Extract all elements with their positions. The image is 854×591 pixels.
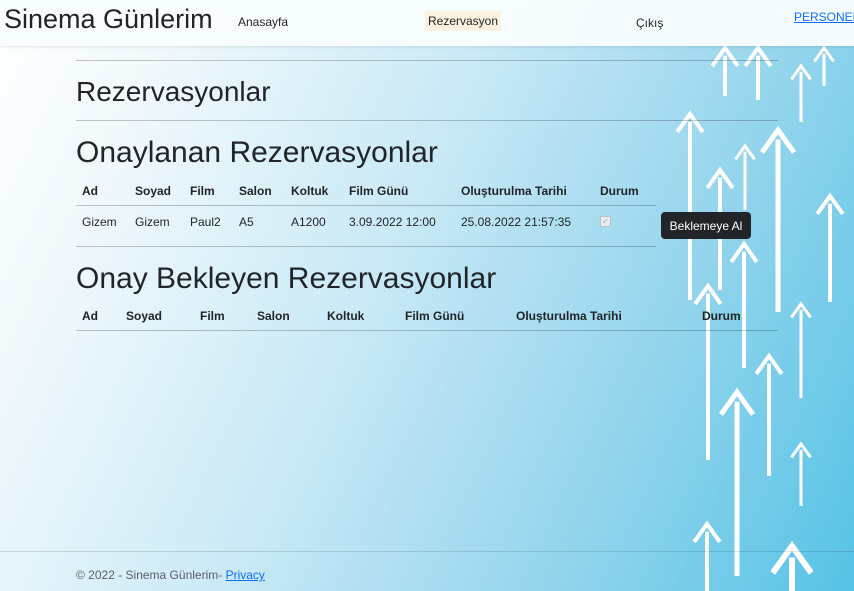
column-header: Ad (82, 184, 98, 198)
column-header: Soyad (126, 309, 163, 323)
column-header: Salon (239, 184, 272, 198)
page-title: Rezervasyonlar (76, 76, 271, 107)
cell-ad: Gizem (82, 215, 117, 229)
nav-logout-link[interactable]: Çıkış (636, 16, 663, 30)
nav-reservations-link[interactable]: Rezervasyon (425, 11, 502, 31)
divider (76, 120, 778, 121)
cell-film: Paul2 (190, 215, 221, 229)
column-header: Oluşturulma Tarihi (516, 309, 622, 323)
cell-soyad: Gizem (135, 215, 170, 229)
cell-salon: A5 (239, 215, 254, 229)
column-header: Durum (600, 184, 639, 198)
status-checkbox[interactable]: ✓ (600, 216, 611, 227)
cell-koltuk: A1200 (291, 215, 326, 229)
table-divider (76, 246, 656, 247)
column-header: Koltuk (291, 184, 329, 198)
column-header: Film (190, 184, 215, 198)
brand-link[interactable]: Sinema Günlerim (4, 4, 213, 35)
pending-section-title: Onay Bekleyen Rezervasyonlar (76, 262, 497, 295)
column-header: Durum (702, 309, 741, 323)
table-divider (76, 205, 656, 206)
main-content: Rezervasyonlar Onaylanan Rezervasyonlar … (0, 0, 854, 591)
column-header: Salon (257, 309, 290, 323)
column-header: Film Günü (349, 184, 409, 198)
column-header: Ad (82, 309, 98, 323)
put-on-hold-button[interactable]: Beklemeye Al (661, 212, 751, 239)
approved-section-title: Onaylanan Rezervasyonlar (76, 136, 438, 169)
column-header: Oluşturulma Tarihi (461, 184, 567, 198)
column-header: Koltuk (327, 309, 365, 323)
nav-home-link[interactable]: Anasayfa (238, 15, 288, 29)
cell-film-gunu: 3.09.2022 12:00 (349, 215, 436, 229)
column-header: Soyad (135, 184, 172, 198)
column-header: Film Günü (405, 309, 465, 323)
nav-user-link[interactable]: PERSONEL (794, 10, 854, 24)
column-header: Film (200, 309, 225, 323)
cell-olusturulma-tarihi: 25.08.2022 21:57:35 (461, 215, 572, 229)
divider (76, 60, 778, 61)
navbar: Sinema Günlerim Anasayfa Rezervasyon Çık… (0, 0, 854, 46)
table-divider (76, 330, 778, 331)
